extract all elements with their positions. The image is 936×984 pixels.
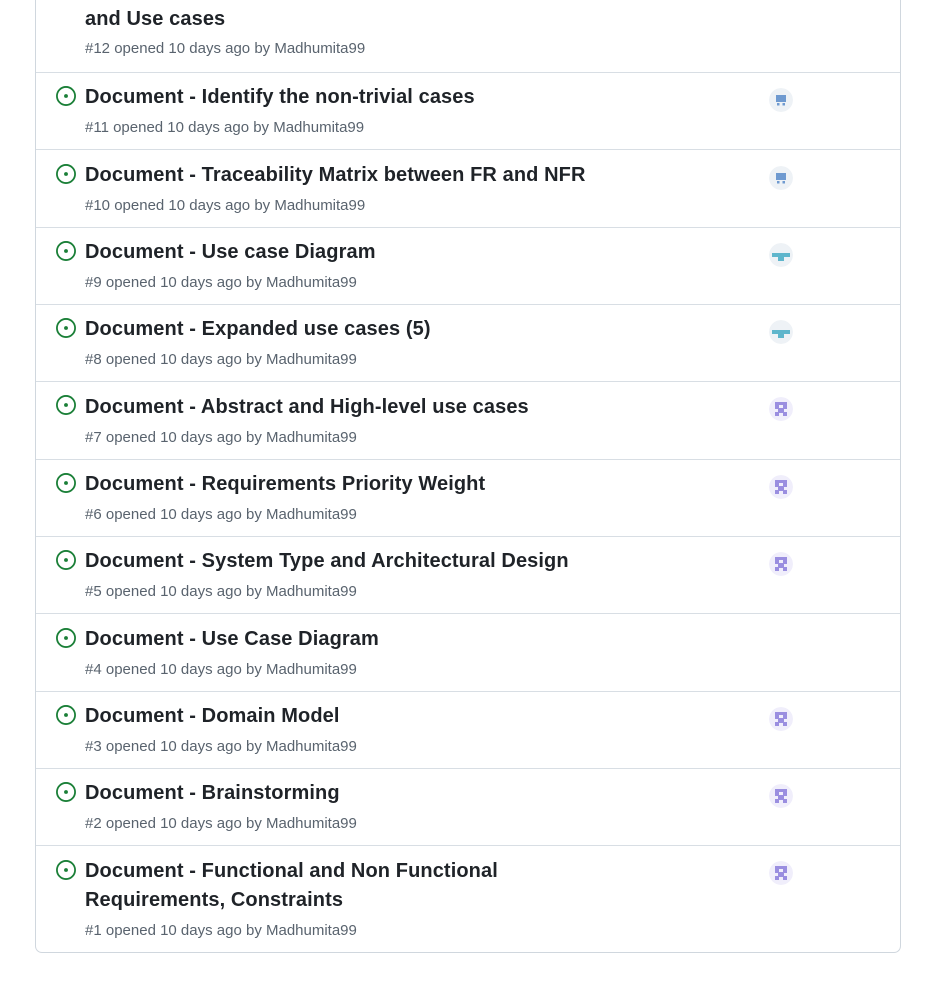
issue-title-link[interactable]: Document - Brainstorming xyxy=(85,779,725,808)
issue-meta: #12 opened 10 days ago by Madhumita99 xyxy=(85,40,366,57)
issue-title-link[interactable]: Document - Abstract and High-level use c… xyxy=(85,393,725,422)
issue-opened-icon xyxy=(56,395,76,415)
teal-avatar-icon[interactable] xyxy=(769,320,793,344)
issue-opened-icon xyxy=(56,782,76,802)
issue-opened-icon xyxy=(56,164,76,184)
issue-row-9[interactable]: Document - Use case Diagram #9 opened 10… xyxy=(36,227,900,304)
issue-title-link[interactable]: Document - Identify the non-trivial case… xyxy=(85,83,725,112)
issue-opened-icon xyxy=(56,241,76,261)
issue-opened-icon xyxy=(56,473,76,493)
issue-meta: #4 opened 10 days ago by Madhumita99 xyxy=(85,661,357,678)
issue-opened-icon xyxy=(56,86,76,106)
identicon-avatar-icon[interactable] xyxy=(769,784,793,808)
issue-opened-icon xyxy=(56,628,76,648)
issue-meta: #5 opened 10 days ago by Madhumita99 xyxy=(85,583,357,600)
issue-meta: #2 opened 10 days ago by Madhumita99 xyxy=(85,815,357,832)
issue-title-link[interactable]: Document - Functional and Non Functional… xyxy=(85,857,505,915)
issue-meta: #8 opened 10 days ago by Madhumita99 xyxy=(85,351,357,368)
issue-title-link[interactable]: Document - Use Case Diagram xyxy=(85,625,725,654)
issue-title-link[interactable]: Document - System Type and Architectural… xyxy=(85,547,725,576)
teal-avatar-icon[interactable] xyxy=(769,243,793,267)
issue-row-10[interactable]: Document - Traceability Matrix between F… xyxy=(36,149,900,227)
issue-row-3[interactable]: Document - Domain Model #3 opened 10 day… xyxy=(36,691,900,768)
issue-row-6[interactable]: Document - Requirements Priority Weight … xyxy=(36,459,900,536)
issue-row-2[interactable]: Document - Brainstorming #2 opened 10 da… xyxy=(36,768,900,845)
issue-row-8[interactable]: Document - Expanded use cases (5) #8 ope… xyxy=(36,304,900,381)
issue-row-1[interactable]: Document - Functional and Non Functional… xyxy=(36,845,900,952)
issue-title-link[interactable]: and Use cases xyxy=(85,5,725,34)
issue-row-5[interactable]: Document - System Type and Architectural… xyxy=(36,536,900,613)
identicon-avatar-icon[interactable] xyxy=(769,397,793,421)
issue-opened-icon xyxy=(56,705,76,725)
identicon-avatar-icon[interactable] xyxy=(769,552,793,576)
issue-meta: #7 opened 10 days ago by Madhumita99 xyxy=(85,429,357,446)
identicon-avatar-icon[interactable] xyxy=(769,707,793,731)
issue-meta: #1 opened 10 days ago by Madhumita99 xyxy=(85,922,357,939)
issue-title-link[interactable]: Document - Traceability Matrix between F… xyxy=(85,161,725,190)
issue-meta: #11 opened 10 days ago by Madhumita99 xyxy=(85,119,365,136)
robot-avatar-icon[interactable] xyxy=(769,88,793,112)
issue-title-link[interactable]: Document - Expanded use cases (5) xyxy=(85,315,725,344)
issue-row-12[interactable]: and Use cases #12 opened 10 days ago by … xyxy=(36,0,900,72)
issues-list: and Use cases #12 opened 10 days ago by … xyxy=(35,0,901,953)
identicon-avatar-icon[interactable] xyxy=(769,475,793,499)
issue-meta: #3 opened 10 days ago by Madhumita99 xyxy=(85,738,357,755)
issue-opened-icon xyxy=(56,860,76,880)
issue-opened-icon xyxy=(56,550,76,570)
robot-avatar-icon[interactable] xyxy=(769,166,793,190)
issue-row-11[interactable]: Document - Identify the non-trivial case… xyxy=(36,72,900,149)
issue-meta: #10 opened 10 days ago by Madhumita99 xyxy=(85,197,366,214)
issue-row-7[interactable]: Document - Abstract and High-level use c… xyxy=(36,381,900,459)
issue-meta: #6 opened 10 days ago by Madhumita99 xyxy=(85,506,357,523)
issue-meta: #9 opened 10 days ago by Madhumita99 xyxy=(85,274,357,291)
issue-title-link[interactable]: Document - Use case Diagram xyxy=(85,238,725,267)
issue-title-link[interactable]: Document - Requirements Priority Weight xyxy=(85,470,725,499)
issue-row-4[interactable]: Document - Use Case Diagram #4 opened 10… xyxy=(36,613,900,691)
issue-opened-icon xyxy=(56,318,76,338)
issue-title-link[interactable]: Document - Domain Model xyxy=(85,702,725,731)
identicon-avatar-icon[interactable] xyxy=(769,861,793,885)
